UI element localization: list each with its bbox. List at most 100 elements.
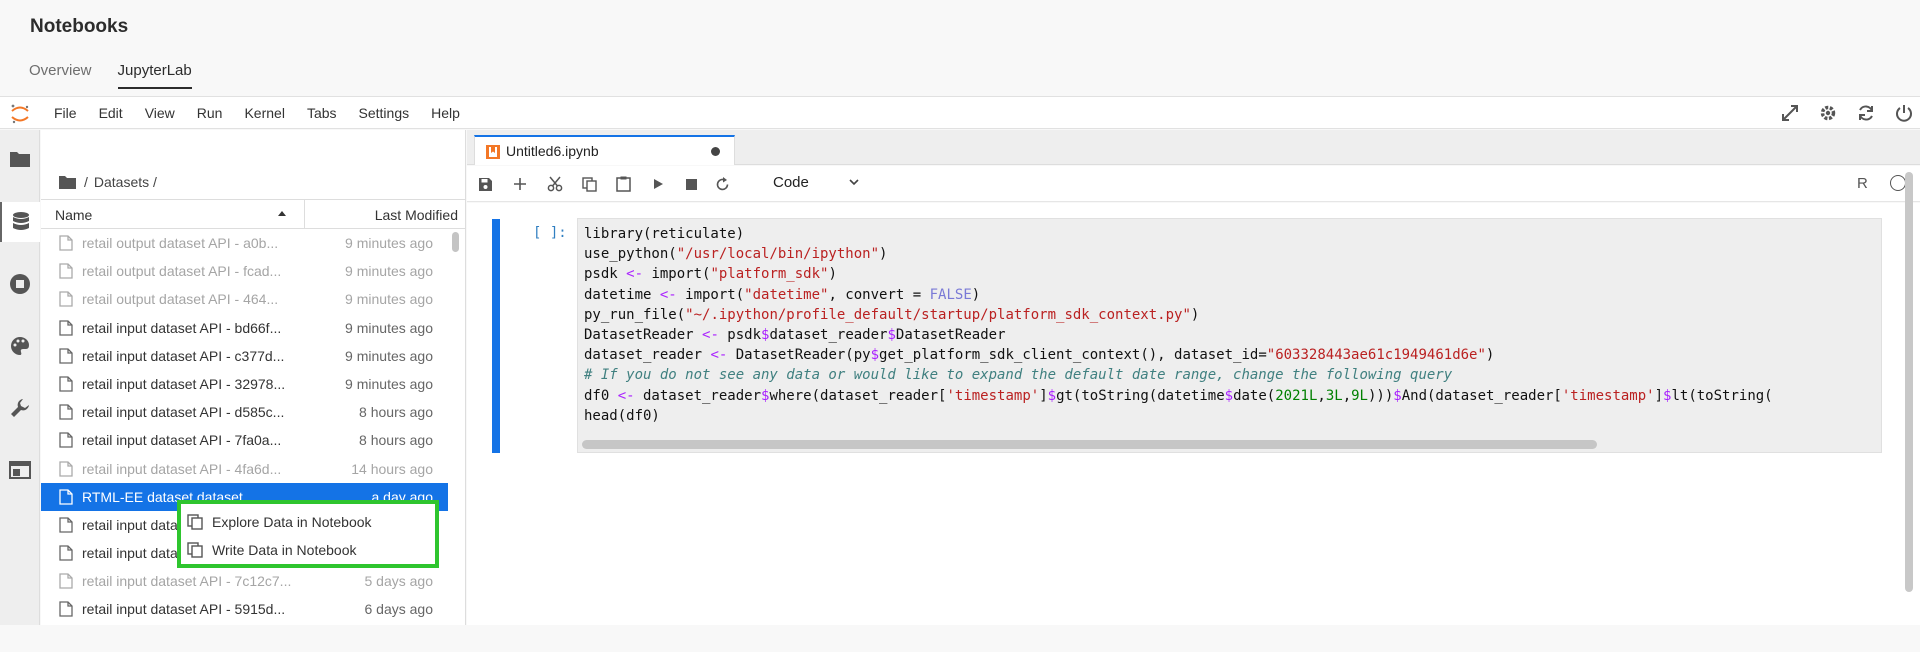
list-item[interactable]: retail input dataset API - 32978... 9 min… [41,370,448,398]
folder-icon [10,152,30,167]
editor-horizontal-scrollbar[interactable] [582,440,1597,449]
file-icon [59,573,73,589]
list-item[interactable]: retail input dataset API - 7fa0a... 8 hou… [41,426,448,454]
run-button[interactable] [648,174,668,194]
window-controls [1778,101,1916,125]
unsaved-indicator[interactable] [711,147,720,156]
column-name[interactable]: Name [55,207,92,223]
notebook-tab-label: Untitled6.ipynb [506,143,599,159]
menu-run[interactable]: Run [197,105,223,121]
file-icon [59,545,73,561]
kernel-name[interactable]: R [1857,175,1868,192]
file-icon [59,319,73,336]
menu-view[interactable]: View [145,105,175,121]
notebook-tab[interactable]: Untitled6.ipynb [474,135,735,165]
plus-icon [514,178,526,190]
list-item[interactable]: retail output dataset API - a0b... 9 minu… [41,229,448,257]
list-item[interactable]: retail input dataset API - c377d... 9 min… [41,342,448,370]
restart-button[interactable] [712,174,732,194]
file-modified: 9 minutes ago [345,263,433,280]
file-name: retail input dataset API - 5915d... [82,601,286,618]
list-item[interactable]: retail input dataset API - 5915d... 6 day… [41,595,448,623]
power-icon[interactable] [1892,101,1916,125]
menu-write-data[interactable]: Write Data in Notebook [187,537,356,563]
sidebar-tabs[interactable] [0,450,40,490]
file-icon [59,235,73,251]
notebook-body: [ ]: library(reticulate) use_python("/usr… [467,203,1920,625]
sidebar-running[interactable] [0,264,40,304]
code-line: df0 <- dataset_reader$where(dataset_read… [584,387,1773,404]
file-modified: 9 minutes ago [345,375,433,392]
list-item[interactable]: retail input dataset API - 4fa6d... 14 ho… [41,455,448,483]
file-icon [59,376,73,392]
expand-icon[interactable] [1778,101,1802,125]
list-item[interactable]: retail input dataset API - 7c12c7... 5 da… [41,567,448,595]
list-item[interactable]: retail output dataset API - fcad... 9 min… [41,257,448,285]
tab-jupyterlab[interactable]: JupyterLab [117,62,192,89]
code-line: dataset_reader <- DatasetReader(py$get_p… [584,347,1495,364]
tab-overview[interactable]: Overview [29,62,92,89]
list-item[interactable]: retail output dataset API - 464... 9 minu… [41,285,448,313]
code-line: DatasetReader <- psdk$dataset_reader$Dat… [584,327,1006,344]
code-line-comment: # If you do not see any data or would li… [584,367,1453,384]
sidebar-datasets[interactable] [0,202,40,242]
file-modified: 14 hours ago [351,460,433,477]
file-list-scrollbar[interactable] [451,229,461,619]
menu-edit[interactable]: Edit [99,105,123,121]
list-item[interactable]: retail input dataset API - bd66f... 9 min… [41,314,448,342]
code-line: psdk <- import("platform_sdk") [584,266,837,283]
refresh-icon[interactable] [1854,101,1878,125]
file-list-header: Name Last Modified [41,199,466,229]
file-modified: 5 days ago [364,573,434,590]
menu-kernel[interactable]: Kernel [244,105,284,121]
folder-icon[interactable] [59,175,76,189]
code-cell-editor[interactable]: library(reticulate) use_python("/usr/loca… [577,218,1882,453]
chevron-down-icon[interactable] [848,176,860,188]
file-icon [59,601,73,618]
notebook-toolbar: Code R [467,166,1920,202]
file-icon [59,517,73,533]
save-button[interactable] [475,174,495,194]
add-cell-button[interactable] [510,174,530,194]
sort-up-icon[interactable] [277,209,287,217]
file-modified: 9 minutes ago [345,291,433,308]
file-icon [59,263,73,279]
database-icon [13,212,29,230]
copy-icon [187,514,203,530]
column-last-modified[interactable]: Last Modified [375,207,458,223]
menu-explore-data-label: Explore Data in Notebook [212,514,372,530]
jupyter-logo-icon [11,104,29,124]
sidebar-file-browser[interactable] [0,139,40,179]
file-name: retail output dataset API - a0b... [82,235,279,251]
menu-settings[interactable]: Settings [359,105,410,121]
palette-icon [11,337,29,355]
file-modified: 9 minutes ago [345,235,433,251]
menu-help[interactable]: Help [431,105,460,121]
menu-tabs[interactable]: Tabs [307,105,337,121]
interrupt-button[interactable] [681,174,701,194]
sidebar-tools[interactable] [0,388,40,428]
file-name: retail output dataset API - 464... [82,291,279,308]
column-divider [304,200,305,228]
sidebar-themes[interactable] [0,326,40,366]
scroll-thumb[interactable] [1905,172,1913,592]
code-line: library(reticulate) [584,226,745,242]
list-item[interactable]: retail input dataset API - d585c... 8 hou… [41,398,448,426]
menu-explore-data[interactable]: Explore Data in Notebook [187,509,372,535]
scroll-thumb[interactable] [452,232,459,252]
context-menu: Explore Data in Notebook Write Data in N… [177,500,439,568]
cell-type-select[interactable]: Code [773,174,809,191]
tab-window-icon [9,461,31,479]
gear-icon[interactable] [1816,101,1840,125]
paste-button[interactable] [613,174,633,194]
notebook-vertical-scrollbar[interactable] [1904,172,1914,652]
cut-button[interactable] [545,174,565,194]
breadcrumb-datasets[interactable]: Datasets / [94,174,157,190]
menu-file[interactable]: File [54,105,77,121]
copy-button[interactable] [579,174,599,194]
app-title: Notebooks [30,16,129,37]
code-line: head(df0) [584,407,660,424]
app-tabs: Overview JupyterLab [29,62,192,89]
code-content[interactable]: library(reticulate) use_python("/usr/loca… [584,224,1773,426]
wrench-icon [11,399,29,417]
